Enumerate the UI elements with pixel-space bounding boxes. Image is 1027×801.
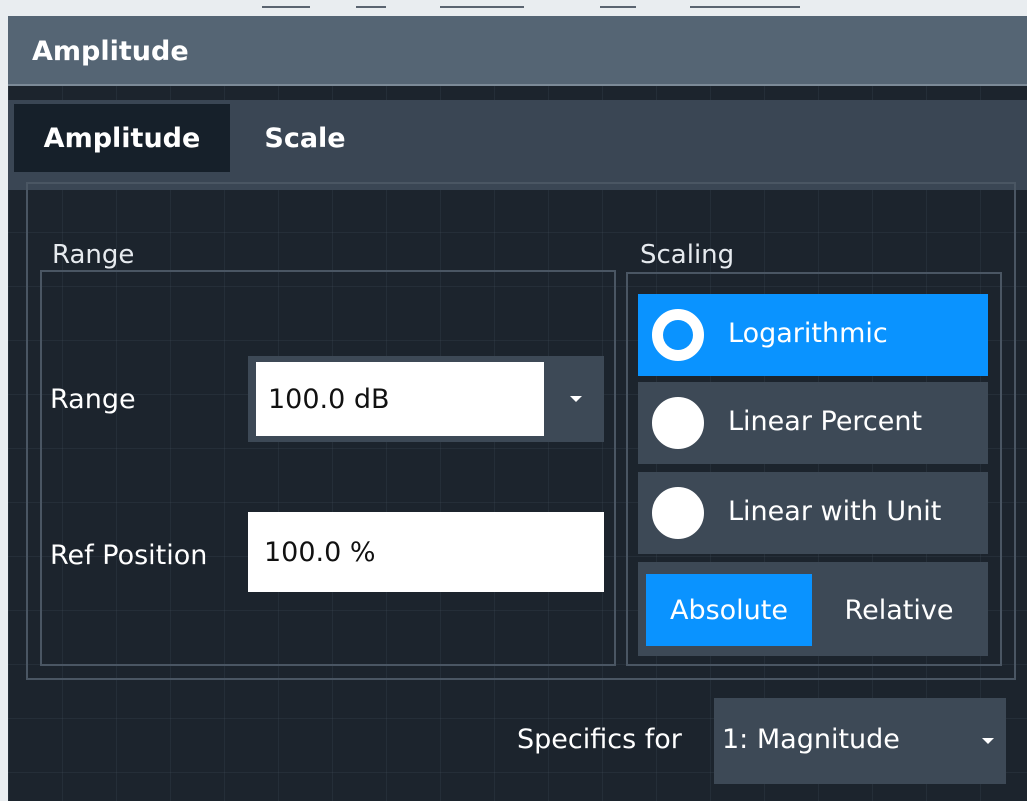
scaling-group-title: Scaling [640, 240, 735, 270]
radio-linear-with-unit-label: Linear with Unit [728, 496, 942, 527]
radio-selected-icon [650, 307, 706, 363]
radio-unselected-icon [650, 485, 706, 541]
absolute-relative-toggle: Absolute Relative [638, 562, 988, 656]
specifics-value: 1: Magnitude [722, 724, 900, 755]
tab-strip: Amplitude Scale [8, 100, 1027, 190]
tab-amplitude[interactable]: Amplitude [14, 104, 230, 172]
range-dropdown[interactable]: 100.0 dB [248, 356, 604, 442]
ref-position-input[interactable]: 100.0 % [248, 512, 604, 592]
top-decoration [690, 6, 800, 8]
range-group-title: Range [52, 240, 135, 270]
radio-logarithmic[interactable]: Logarithmic [638, 294, 988, 376]
top-decoration [262, 6, 310, 8]
radio-unselected-icon [650, 395, 706, 451]
radio-linear-with-unit[interactable]: Linear with Unit [638, 472, 988, 554]
top-strip [0, 0, 1027, 16]
radio-linear-percent[interactable]: Linear Percent [638, 382, 988, 464]
chevron-down-icon [570, 396, 582, 402]
dialog-title: Amplitude [32, 36, 189, 67]
absolute-option[interactable]: Absolute [646, 574, 812, 646]
specifics-dropdown[interactable]: 1: Magnitude [714, 698, 1006, 784]
specifics-label: Specifics for [517, 724, 682, 755]
chevron-down-icon [982, 738, 994, 744]
radio-linear-percent-label: Linear Percent [728, 406, 923, 437]
tab-scale[interactable]: Scale [234, 104, 376, 172]
relative-option[interactable]: Relative [816, 574, 982, 646]
top-decoration [600, 6, 636, 8]
range-value: 100.0 dB [256, 362, 544, 436]
top-decoration [440, 6, 524, 8]
radio-logarithmic-label: Logarithmic [728, 318, 888, 349]
top-decoration [356, 6, 386, 8]
amplitude-dialog: Amplitude Amplitude Scale Range Range 10… [8, 16, 1027, 801]
dialog-titlebar[interactable]: Amplitude [8, 16, 1027, 86]
range-label: Range [50, 384, 136, 415]
ref-position-label: Ref Position [50, 540, 208, 571]
range-group-box [40, 270, 616, 666]
